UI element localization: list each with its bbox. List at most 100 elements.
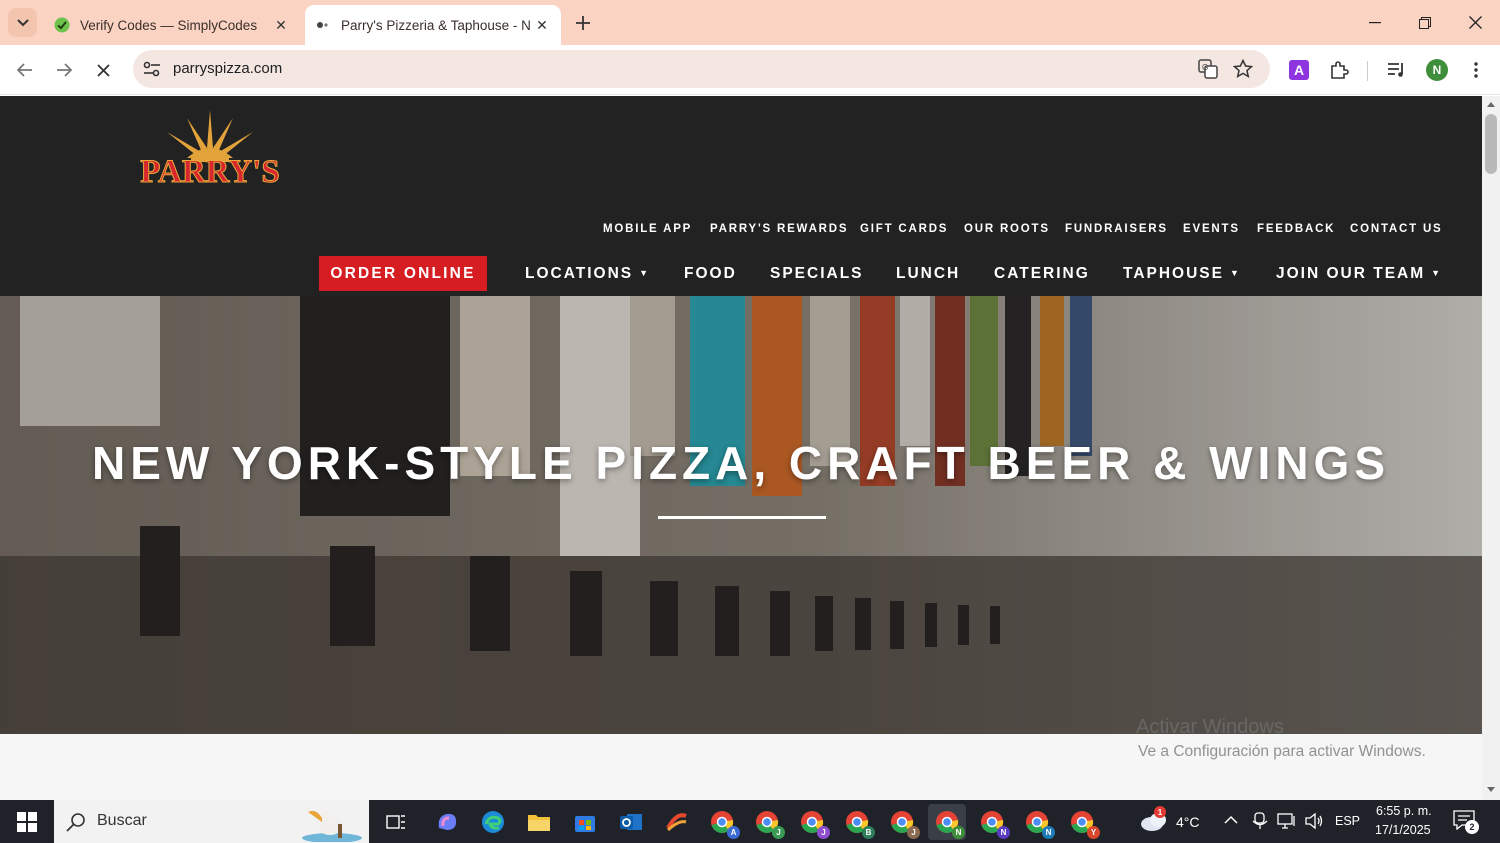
nav-taphouse[interactable]: TAPHOUSE ▼: [1123, 265, 1241, 283]
chrome-profile-badge: A: [727, 826, 740, 839]
chrome-profile-badge: J: [772, 826, 785, 839]
nav-feedback[interactable]: FEEDBACK: [1257, 223, 1335, 235]
chrome-profile-button[interactable]: Y: [1063, 804, 1101, 840]
chrome-profile-badge: N: [997, 826, 1010, 839]
logo-text: PARRY'S: [140, 154, 280, 191]
nav-locations[interactable]: LOCATIONS ▼: [525, 265, 650, 283]
notification-count-badge: 2: [1465, 820, 1479, 834]
windows-logo-icon: [17, 811, 37, 832]
nav-fundraisers[interactable]: FUNDRAISERS: [1065, 223, 1168, 235]
translate-icon[interactable]: G: [1198, 59, 1218, 79]
chrome-profile-button[interactable]: A: [703, 804, 741, 840]
order-online-button[interactable]: ORDER ONLINE: [319, 256, 487, 291]
tab-title: Verify Codes — SimplyCodes: [80, 17, 258, 33]
notifications-button[interactable]: 2: [1453, 810, 1481, 834]
avatar: N: [1426, 59, 1448, 81]
nav-parrys-rewards[interactable]: PARRY'S REWARDS: [710, 223, 848, 235]
chrome-profile-button[interactable]: N: [1018, 804, 1056, 840]
nav-contact-us[interactable]: CONTACT US: [1350, 223, 1443, 235]
browser-menu-button[interactable]: [1462, 56, 1490, 84]
browser-tab-strip: Verify Codes — SimplyCodes ✕ Parry's Piz…: [0, 0, 1500, 45]
nav-events[interactable]: EVENTS: [1183, 223, 1240, 235]
app-button[interactable]: [658, 804, 696, 840]
browser-tab-parrys[interactable]: Parry's Pizzeria & Taphouse - New ✕: [305, 5, 561, 45]
volume-button[interactable]: [1304, 812, 1324, 835]
scrollbar-thumb[interactable]: [1485, 114, 1497, 174]
clock-date: 17/1/2025: [1375, 823, 1431, 837]
chevron-down-icon: ▼: [1229, 268, 1241, 278]
extensions-button[interactable]: [1325, 56, 1353, 84]
nav-catering[interactable]: CATERING: [994, 265, 1090, 283]
nav-gift-cards[interactable]: GIFT CARDS: [860, 223, 948, 235]
close-icon: [96, 63, 110, 77]
stop-loading-button[interactable]: [87, 54, 119, 86]
media-controls-button[interactable]: [1383, 56, 1411, 84]
profile-button[interactable]: N: [1423, 56, 1451, 84]
kebab-menu-icon: [1474, 62, 1478, 78]
hero-headline: NEW YORK-STYLE PIZZA, CRAFT BEER & WINGS: [91, 437, 1391, 489]
back-button[interactable]: [9, 54, 41, 86]
weather-widget[interactable]: 1 4°C: [1140, 806, 1220, 836]
network-button[interactable]: [1277, 812, 1297, 835]
close-window-button[interactable]: [1450, 0, 1500, 45]
chrome-profile-button[interactable]: N: [973, 804, 1011, 840]
plus-icon: [576, 16, 590, 30]
nav-join-our-team[interactable]: JOIN OUR TEAM ▼: [1276, 265, 1442, 283]
toolbar-divider: [1367, 61, 1368, 81]
start-button[interactable]: [0, 800, 54, 843]
arrow-right-icon: [57, 63, 72, 77]
address-bar[interactable]: parryspizza.com G: [133, 50, 1270, 88]
microsoft-store-button[interactable]: [566, 804, 604, 840]
browser-toolbar: parryspizza.com G A N: [0, 45, 1500, 95]
file-explorer-button[interactable]: [520, 804, 558, 840]
chevron-down-icon: [16, 18, 29, 26]
scroll-up-icon[interactable]: [1486, 100, 1496, 108]
puzzle-icon: [1331, 61, 1349, 79]
folder-icon: [528, 815, 550, 831]
chrome-profile-button[interactable]: J: [748, 804, 786, 840]
minimize-icon: [1369, 21, 1381, 23]
copilot-button[interactable]: [428, 804, 466, 840]
tab-search-dropdown-button[interactable]: [8, 8, 37, 37]
chrome-profile-button[interactable]: J: [883, 804, 921, 840]
restore-button[interactable]: [1400, 0, 1450, 45]
show-hidden-icons-button[interactable]: [1224, 812, 1244, 832]
outlook-icon: [620, 814, 642, 830]
site-settings-icon[interactable]: [143, 61, 161, 77]
extension-a-button[interactable]: A: [1285, 56, 1313, 84]
task-view-button[interactable]: [377, 804, 415, 840]
hero-banner: NEW YORK-STYLE PIZZA, CRAFT BEER & WINGS: [0, 296, 1482, 734]
parrys-logo[interactable]: PARRY'S: [125, 108, 295, 193]
nav-lunch[interactable]: LUNCH: [896, 265, 960, 283]
clock[interactable]: 6:55 p. m. 17/1/2025: [1368, 803, 1442, 841]
search-placeholder: Buscar: [97, 812, 147, 829]
nav-mobile-app[interactable]: MOBILE APP: [603, 223, 692, 235]
chrome-profile-button[interactable]: J: [793, 804, 831, 840]
windows-taskbar: Buscar A J J B J N N N Y 1 4°C ESP 6:55 …: [0, 800, 1500, 843]
bookmark-star-icon[interactable]: [1233, 59, 1253, 79]
page-scrollbar[interactable]: [1482, 96, 1500, 800]
browser-tab-simplycodes[interactable]: Verify Codes — SimplyCodes ✕: [44, 5, 300, 45]
tab-title: Parry's Pizzeria & Taphouse - New: [341, 17, 531, 33]
nav-label: LOCATIONS: [525, 265, 634, 282]
nav-label: TAPHOUSE: [1123, 265, 1224, 282]
nav-our-roots[interactable]: OUR ROOTS: [964, 223, 1050, 235]
nav-specials[interactable]: SPECIALS: [770, 265, 864, 283]
tab-close-icon[interactable]: ✕: [270, 14, 292, 36]
edge-button[interactable]: [474, 804, 512, 840]
scroll-down-icon[interactable]: [1486, 786, 1496, 794]
chrome-profile-button[interactable]: B: [838, 804, 876, 840]
outlook-button[interactable]: [612, 804, 650, 840]
new-tab-button[interactable]: [570, 10, 596, 36]
nav-label: JOIN OUR TEAM: [1276, 265, 1426, 282]
input-language-indicator[interactable]: ESP: [1335, 814, 1360, 828]
minimize-button[interactable]: [1350, 0, 1400, 45]
weather-temperature: 4°C: [1176, 814, 1200, 830]
svg-text:G: G: [1202, 63, 1208, 72]
chrome-profile-button-active[interactable]: N: [928, 804, 966, 840]
tab-close-icon[interactable]: ✕: [531, 14, 553, 36]
meet-now-button[interactable]: [1252, 812, 1268, 835]
nav-food[interactable]: FOOD: [684, 265, 737, 283]
forward-button[interactable]: [48, 54, 80, 86]
taskbar-search-box[interactable]: Buscar: [54, 800, 369, 843]
